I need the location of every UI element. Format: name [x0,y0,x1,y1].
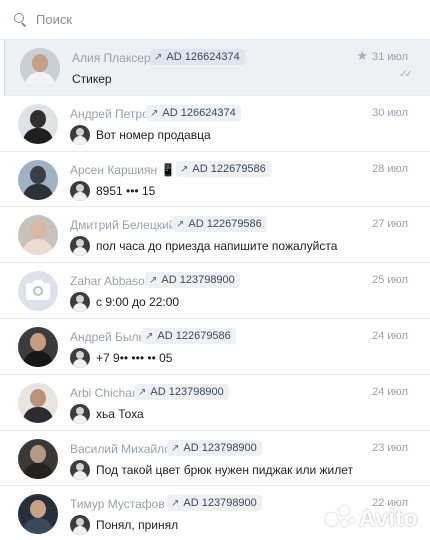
message-preview: 8951 ••• 15 [70,180,156,201]
conversation-row[interactable]: Арсен Каршиян 📱 ↗ AD 122679586 28 июл 8951 •… [0,151,430,208]
avatar[interactable] [18,103,58,144]
message-date: 24 июл [372,385,408,398]
message-preview-text: Стикер [72,72,112,86]
ad-tag[interactable]: ↗ AD 122679586 [176,160,271,177]
ad-tag-label: AD 123798900 [183,441,257,454]
camera-icon [26,280,50,301]
ad-tag-label: AD 123798900 [161,274,235,287]
link-arrow-icon: ↗ [176,219,185,231]
link-arrow-icon: ↗ [149,275,158,287]
ad-tag[interactable]: ↗ AD 122679586 [172,216,267,233]
message-date: 28 июл [372,162,408,175]
message-preview-text: 8951 ••• 15 [96,183,156,198]
sender-avatar [70,515,90,536]
avatar[interactable] [18,382,58,423]
contact-name[interactable]: Андрей Петров [70,107,155,121]
link-arrow-icon: ↗ [138,386,147,398]
contact-name[interactable]: Тимур Мустафов [70,497,165,511]
message-preview-text: Под такой цвет брюк нужен пиджак или жил… [96,462,354,477]
search-input[interactable] [36,12,416,27]
conversation-row[interactable]: Андрей Быльц ↗ AD 122679586 24 июл +7 9•• ••… [0,318,430,375]
contact-name[interactable]: Андрей Быльц [70,330,152,344]
read-check-icon: ✓✓ [399,69,413,80]
ad-tag[interactable]: ↗ AD 122679586 [141,327,236,344]
contact-name[interactable]: Zahar Abbasov [70,274,151,288]
conversation-row[interactable]: Андрей Петров ↗ AD 126624374 30 июл Вот номе… [0,95,430,152]
message-date: 30 июл [372,106,408,119]
conversation-row[interactable]: Алия Плаксер 🖕 ↗ AD 126624374 ★ 31 июл ✓✓ Стик… [4,40,430,96]
link-arrow-icon: ↗ [171,498,180,510]
avatar[interactable] [18,494,58,535]
ad-tag[interactable]: ↗ AD 126624374 [146,104,241,121]
conversation-row[interactable]: Дмитрий Белецкий ↗ AD 122679586 27 июл пол ч… [0,207,430,264]
ad-tag-label: AD 123798900 [183,497,257,510]
ad-tag[interactable]: ↗ AD 123798900 [167,495,262,512]
ad-tag[interactable]: ↗ AD 123798900 [134,383,229,400]
ad-tag-label: AD 122679586 [157,329,231,342]
message-preview-text: +7 9•• ••• •• 05 [96,350,173,365]
avatar[interactable] [18,215,58,256]
message-preview: хьа Тоха [70,403,144,424]
conversation-row[interactable]: Zahar Abbasov ↗ AD 123798900 25 июл с 9:00 д… [0,263,430,319]
message-date: 23 июл [372,441,408,454]
contact-name[interactable]: Дмитрий Белецкий [70,218,175,232]
link-arrow-icon: ↗ [145,330,154,342]
link-arrow-icon: ↗ [171,442,180,454]
search-icon [14,12,28,27]
message-preview-text: с 9:00 до 22:00 [96,295,180,310]
ad-tag-label: AD 122679586 [188,218,262,231]
avatar[interactable] [18,438,58,479]
sender-avatar [70,180,90,201]
message-date: 27 июл [372,218,408,231]
link-arrow-icon: ↗ [150,107,159,119]
conversation-row[interactable]: Василий Михайлов ↗ AD 123798900 23 июл Под т… [0,430,430,487]
sender-avatar [70,292,90,313]
avito-logo-icon [324,505,355,532]
search-bar[interactable] [0,0,430,40]
message-date: 31 июл [372,51,408,63]
sender-avatar [70,403,90,424]
avatar[interactable] [18,326,58,367]
message-preview-text: хьа Тоха [96,406,144,421]
sender-avatar [70,347,90,368]
ad-tag[interactable]: ↗ AD 126624374 [150,49,245,65]
ad-tag-label: AD 126624374 [166,51,240,63]
message-preview: Стикер [72,69,112,89]
ad-tag[interactable]: ↗ AD 123798900 [145,272,240,289]
message-preview-text: Понял, принял [96,518,179,533]
message-preview: +7 9•• ••• •• 05 [70,347,173,368]
message-preview-text: пол часа до приезда напишите пожалуйста [96,239,338,254]
ad-tag-label: AD 122679586 [192,162,266,175]
sender-avatar [70,236,90,257]
contact-name[interactable]: Arbi Chichani [70,386,141,400]
message-preview: пол часа до приезда напишите пожалуйста [70,236,338,257]
avatar[interactable] [18,271,58,312]
link-arrow-icon: ↗ [180,163,189,175]
contact-name[interactable]: Василий Михайлов [70,442,177,456]
avatar[interactable] [18,159,58,200]
link-arrow-icon: ↗ [154,52,163,63]
ad-tag-label: AD 123798900 [150,385,224,398]
avatar[interactable] [20,48,60,88]
watermark-text: Avito [358,505,418,531]
message-preview: Под такой цвет брюк нужен пиджак или жил… [70,459,354,480]
conversation-list: Алия Плаксер 🖕 ↗ AD 126624374 ★ 31 июл ✓✓ Стик… [0,40,430,540]
sender-avatar [70,459,90,480]
avito-watermark: Avito [324,505,418,532]
conversation-row[interactable]: Arbi Chichani ↗ AD 123798900 24 июл хьа Тоха [0,374,430,431]
message-preview: с 9:00 до 22:00 [70,292,180,313]
message-preview-text: Вот номер продавца [96,127,211,142]
sender-avatar [70,124,90,145]
ad-tag-label: AD 126624374 [162,106,236,119]
contact-name[interactable]: Арсен Каршиян 📱 [70,163,175,177]
message-preview: Понял, принял [70,515,179,536]
message-date: 24 июл [372,329,408,342]
star-icon[interactable]: ★ [356,48,368,64]
message-date: 25 июл [372,274,408,287]
ad-tag[interactable]: ↗ AD 123798900 [167,439,262,456]
message-preview: Вот номер продавца [70,124,211,145]
